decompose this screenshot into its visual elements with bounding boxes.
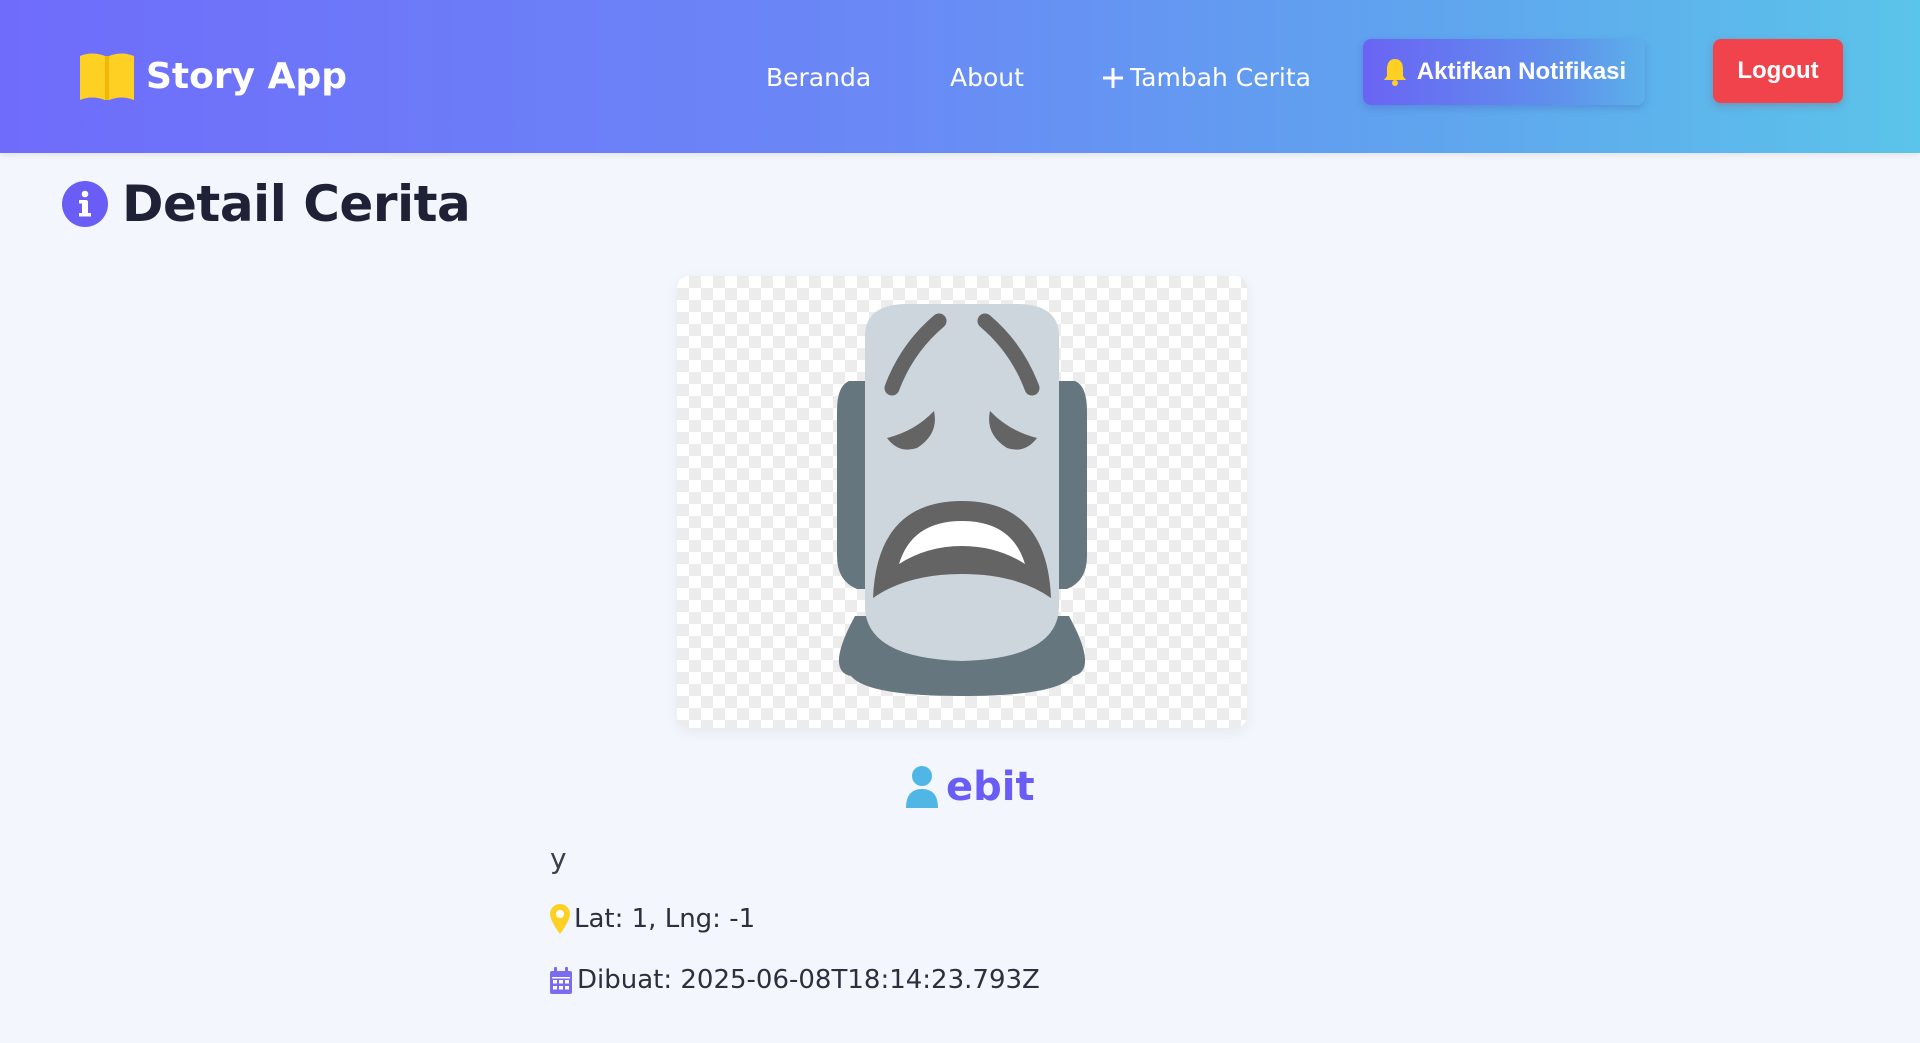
page-header: Detail Cerita (62, 172, 471, 236)
top-navbar: Story App Beranda About Tambah Cerita Ak… (0, 0, 1920, 153)
story-author: ebit (906, 760, 1035, 814)
user-icon (906, 766, 938, 808)
story-image (677, 276, 1247, 728)
app-title: Story App (146, 55, 348, 97)
moai-face-emoji (837, 304, 1087, 696)
story-location: Lat: 1, Lng: -1 (550, 904, 755, 934)
plus-icon (1103, 68, 1123, 88)
nav-about-link[interactable]: About (950, 60, 1024, 96)
map-pin-icon (550, 904, 570, 934)
enable-notification-button[interactable]: Aktifkan Notifikasi (1363, 39, 1645, 105)
enable-notification-label: Aktifkan Notifikasi (1416, 58, 1627, 85)
nav-tambah-cerita-link[interactable]: Tambah Cerita (1102, 60, 1311, 96)
info-icon (62, 181, 108, 227)
bell-icon (1383, 59, 1406, 86)
location-text: Lat: 1, Lng: -1 (574, 904, 756, 934)
page-title: Detail Cerita (122, 175, 471, 233)
brand-link[interactable]: Story App (78, 48, 347, 104)
logout-button[interactable]: Logout (1713, 39, 1843, 103)
created-text: Dibuat: 2025-06-08T18:14:23.793Z (577, 965, 1040, 995)
story-description: y (550, 842, 567, 875)
book-icon (80, 53, 134, 100)
nav-beranda-link[interactable]: Beranda (766, 60, 871, 96)
story-created-date: Dibuat: 2025-06-08T18:14:23.793Z (550, 965, 1040, 995)
calendar-icon (550, 967, 572, 994)
nav-tambah-cerita-label: Tambah Cerita (1130, 63, 1311, 92)
author-name: ebit (946, 764, 1035, 810)
